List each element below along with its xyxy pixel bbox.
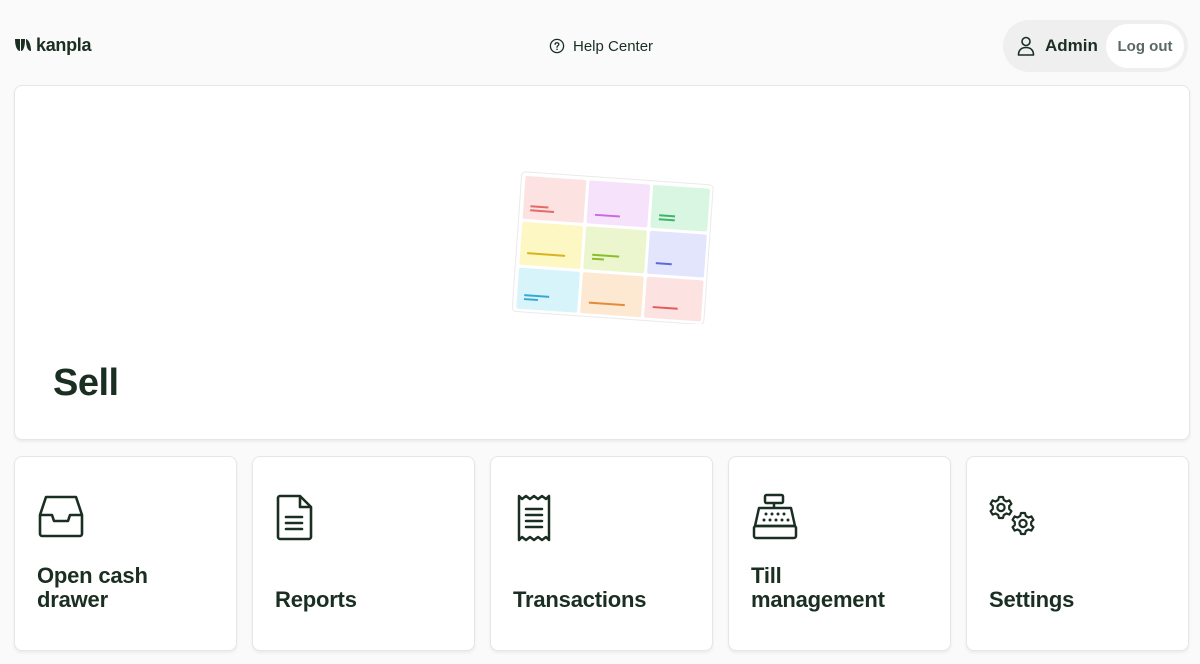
cash-register-icon xyxy=(752,493,798,540)
logo-text: kanpla xyxy=(36,34,92,55)
tile-settings[interactable]: Settings xyxy=(966,456,1189,651)
help-center-link[interactable]: Help Center xyxy=(549,36,653,56)
tile-label: Open cash drawer xyxy=(37,563,148,612)
tile-reports[interactable]: Reports xyxy=(252,456,475,651)
gears-icon xyxy=(989,495,1035,536)
question-circle-icon xyxy=(549,38,565,54)
sell-title: Sell xyxy=(53,362,119,404)
document-icon xyxy=(276,494,313,541)
tile-label: Settings xyxy=(989,587,1075,612)
sell-card[interactable]: Sell xyxy=(14,85,1190,440)
tile-open-cash-drawer[interactable]: Open cash drawer xyxy=(14,456,237,651)
leaf-logo-icon xyxy=(15,39,31,51)
tile-label: Till management xyxy=(751,563,885,612)
product-grid-illustration xyxy=(511,171,714,324)
receipt-icon xyxy=(517,494,551,542)
tile-till-management[interactable]: Till management xyxy=(728,456,951,651)
user-icon xyxy=(1017,36,1035,56)
top-bar: kanpla Help Center Admin Log out xyxy=(0,0,1200,86)
tile-transactions[interactable]: Transactions xyxy=(490,456,713,651)
user-menu: Admin Log out xyxy=(1003,20,1188,72)
help-center-label: Help Center xyxy=(573,37,654,55)
kanpla-logo[interactable]: kanpla xyxy=(14,34,92,56)
logout-button[interactable]: Log out xyxy=(1106,24,1184,68)
tile-label: Transactions xyxy=(513,587,647,612)
cash-drawer-icon xyxy=(38,495,84,538)
tile-label: Reports xyxy=(275,587,357,612)
user-name: Admin xyxy=(1045,36,1098,55)
